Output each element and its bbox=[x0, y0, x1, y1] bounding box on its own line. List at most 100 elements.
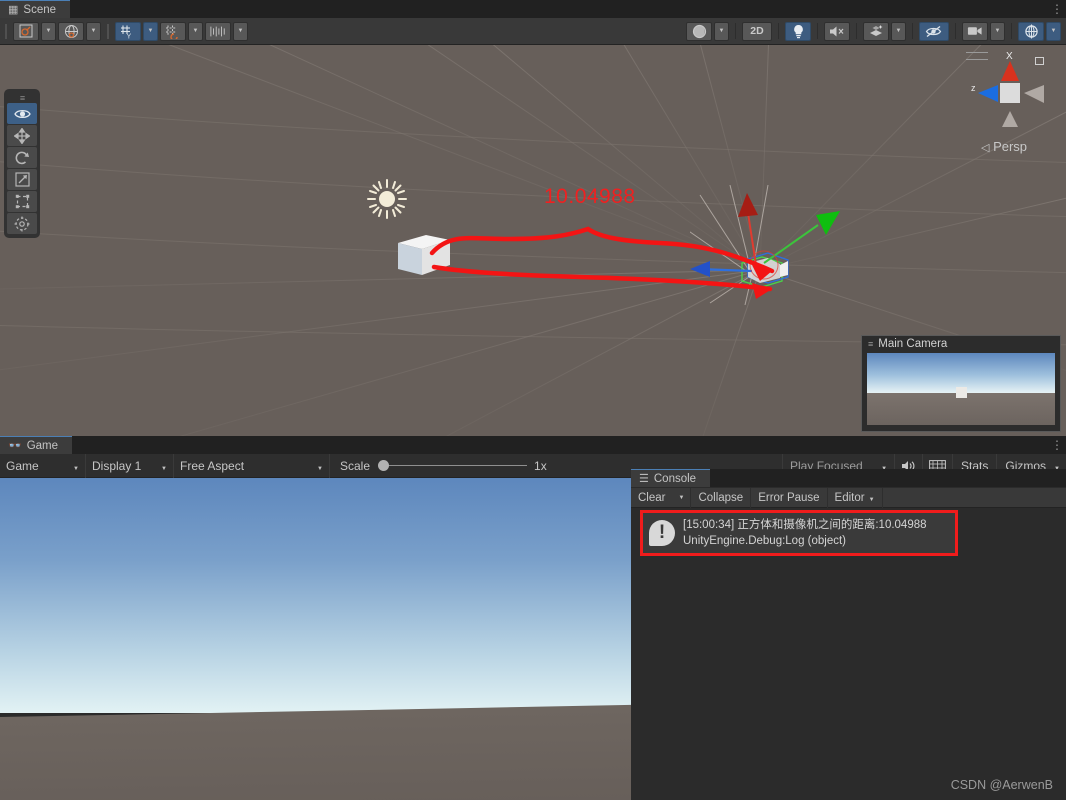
hidden-eye-icon[interactable] bbox=[919, 21, 949, 41]
scene-tabstrip: ▦ Scene ⋮ bbox=[0, 0, 1066, 18]
console-clear-button[interactable]: Clear bbox=[631, 488, 672, 508]
select-tool-icon[interactable] bbox=[13, 21, 39, 41]
scene-tools-palette: ≡ bbox=[4, 89, 40, 238]
toolbar-divider-7 bbox=[912, 23, 913, 39]
projection-mode: Persp bbox=[993, 139, 1028, 154]
svg-text:Y: Y bbox=[127, 33, 132, 39]
console-log-line-2: UnityEngine.Debug:Log (object) bbox=[683, 534, 847, 547]
gizmo-axes[interactable]: z X bbox=[956, 49, 1060, 137]
pivot-globe-icon[interactable] bbox=[58, 21, 84, 41]
toolbar-divider-3 bbox=[735, 23, 736, 39]
camera-preview-name: Main Camera bbox=[878, 338, 948, 350]
tabstrip-filler bbox=[70, 0, 1048, 18]
mode-2d-button[interactable]: 2D bbox=[742, 21, 772, 41]
scale-slider-track[interactable] bbox=[377, 460, 528, 472]
camera-preview-cube bbox=[956, 387, 967, 399]
rect-transform-tool[interactable] bbox=[7, 191, 37, 212]
scene-view-gizmo[interactable]: z X ◁ Persp bbox=[956, 49, 1060, 159]
game-panel: 👓 Game ⋮ Game Display 1 Free Aspect Scal… bbox=[0, 436, 1066, 800]
console-error-pause-button[interactable]: Error Pause bbox=[751, 487, 828, 508]
game-tabstrip-filler bbox=[72, 436, 1048, 454]
drag-handle-icon[interactable]: ≡ bbox=[868, 339, 873, 349]
game-aspect-mode-label: Game bbox=[6, 458, 39, 473]
chevron-down-icon bbox=[869, 492, 875, 504]
grid-snap-dropdown[interactable] bbox=[188, 21, 203, 41]
gizmo-axis-z-label: z bbox=[971, 83, 976, 93]
slider-rail bbox=[387, 464, 528, 467]
console-toolbar: Clear Collapse Error Pause Editor bbox=[631, 487, 1066, 508]
gizmos-dropdown[interactable] bbox=[1046, 21, 1061, 41]
scale-tool[interactable] bbox=[7, 169, 37, 190]
console-tabstrip: ☰ Console bbox=[631, 469, 1066, 487]
game-overflow-menu[interactable]: ⋮ bbox=[1048, 436, 1066, 454]
grid-size-dropdown[interactable] bbox=[233, 21, 248, 41]
grid-ruler-icon[interactable] bbox=[205, 21, 231, 41]
tab-console-label: Console bbox=[653, 472, 697, 485]
camera-dropdown[interactable] bbox=[990, 21, 1005, 41]
rotate-tool[interactable] bbox=[7, 147, 37, 168]
console-icon: ☰ bbox=[639, 473, 649, 485]
annotation-arrows bbox=[429, 226, 775, 299]
camera-preview-view bbox=[867, 353, 1055, 425]
chevron-down-icon bbox=[317, 459, 323, 473]
tab-game[interactable]: 👓 Game bbox=[0, 436, 73, 454]
scene-overflow-menu[interactable]: ⋮ bbox=[1048, 0, 1066, 18]
console-clear-dropdown[interactable] bbox=[672, 487, 692, 508]
grid-snap-icon[interactable] bbox=[160, 21, 186, 41]
console-collapse-button[interactable]: Collapse bbox=[691, 487, 752, 508]
tab-scene-label: Scene bbox=[23, 3, 57, 16]
console-tabstrip-filler bbox=[710, 469, 1066, 487]
game-scale-label: Scale bbox=[340, 458, 371, 473]
gamepad-icon: 👓 bbox=[8, 440, 22, 452]
move-tool[interactable] bbox=[7, 125, 37, 146]
game-display-dropdown[interactable]: Display 1 bbox=[86, 453, 174, 478]
transform-tool[interactable] bbox=[7, 213, 37, 234]
game-free-aspect-dropdown[interactable]: Free Aspect bbox=[174, 453, 330, 478]
game-ground bbox=[0, 704, 631, 800]
game-aspect-mode-dropdown[interactable]: Game bbox=[0, 453, 86, 478]
grid-axis-dropdown[interactable] bbox=[143, 21, 158, 41]
effects-icon[interactable] bbox=[863, 21, 889, 41]
toolbar-divider-9 bbox=[1011, 23, 1012, 39]
game-scale-value: 1x bbox=[534, 458, 547, 473]
effects-dropdown[interactable] bbox=[891, 21, 906, 41]
toolbar-divider-6 bbox=[856, 23, 857, 39]
scene-toolbar: Y 2D bbox=[0, 18, 1066, 45]
game-viewport[interactable] bbox=[0, 478, 631, 800]
console-log-entry[interactable]: ! [15:00:34] 正方体和摄像机之间的距离:10.04988 Unity… bbox=[640, 510, 958, 556]
shading-dropdown[interactable] bbox=[714, 21, 729, 41]
directional-light-sun-icon[interactable] bbox=[366, 178, 408, 220]
game-tabstrip: 👓 Game ⋮ bbox=[0, 436, 1066, 454]
grid-y-axis-icon[interactable]: Y bbox=[115, 21, 141, 41]
gizmo-axis-x-label: X bbox=[1006, 51, 1013, 62]
camera-icon[interactable] bbox=[962, 21, 988, 41]
console-log-line-1: [15:00:34] 正方体和摄像机之间的距离:10.04988 bbox=[683, 518, 927, 531]
tab-console[interactable]: ☰ Console bbox=[631, 469, 711, 487]
pivot-dropdown[interactable] bbox=[86, 21, 101, 41]
lightbulb-icon[interactable] bbox=[785, 21, 811, 41]
audio-mute-icon[interactable] bbox=[824, 21, 850, 41]
toolbar-divider-2 bbox=[107, 23, 109, 39]
camera-preview-panel: ≡ Main Camera bbox=[861, 335, 1061, 432]
console-editor-dropdown[interactable]: Editor bbox=[828, 487, 883, 508]
info-exclamation-icon: ! bbox=[649, 520, 675, 546]
gizmos-globe-icon[interactable] bbox=[1018, 21, 1044, 41]
gizmo-handle-bars[interactable] bbox=[966, 52, 988, 60]
view-tool[interactable] bbox=[7, 103, 37, 124]
gizmo-projection-label[interactable]: ◁ Persp bbox=[956, 139, 1052, 154]
game-display-label: Display 1 bbox=[92, 458, 142, 473]
toolbar-divider-4 bbox=[778, 23, 779, 39]
chevron-down-icon bbox=[73, 459, 79, 473]
slider-handle[interactable] bbox=[378, 460, 390, 471]
shading-sphere-icon[interactable] bbox=[686, 21, 712, 41]
game-scale-slider[interactable]: Scale 1x bbox=[330, 454, 547, 478]
gizmo-lock-icon[interactable] bbox=[1035, 57, 1044, 65]
tab-scene[interactable]: ▦ Scene bbox=[0, 0, 71, 18]
unity-editor-window: ▦ Scene ⋮ Y bbox=[0, 0, 1066, 800]
console-log-text: [15:00:34] 正方体和摄像机之间的距离:10.04988 UnityEn… bbox=[683, 518, 927, 549]
palette-drag-handle[interactable]: ≡ bbox=[7, 93, 37, 103]
toolbar-divider-5 bbox=[817, 23, 818, 39]
grid-icon: ▦ bbox=[8, 4, 19, 16]
select-tool-dropdown[interactable] bbox=[41, 21, 56, 41]
scene-viewport[interactable]: 10.04988 ≡ z X ◁ Persp ≡ Main Camera bbox=[0, 45, 1066, 436]
